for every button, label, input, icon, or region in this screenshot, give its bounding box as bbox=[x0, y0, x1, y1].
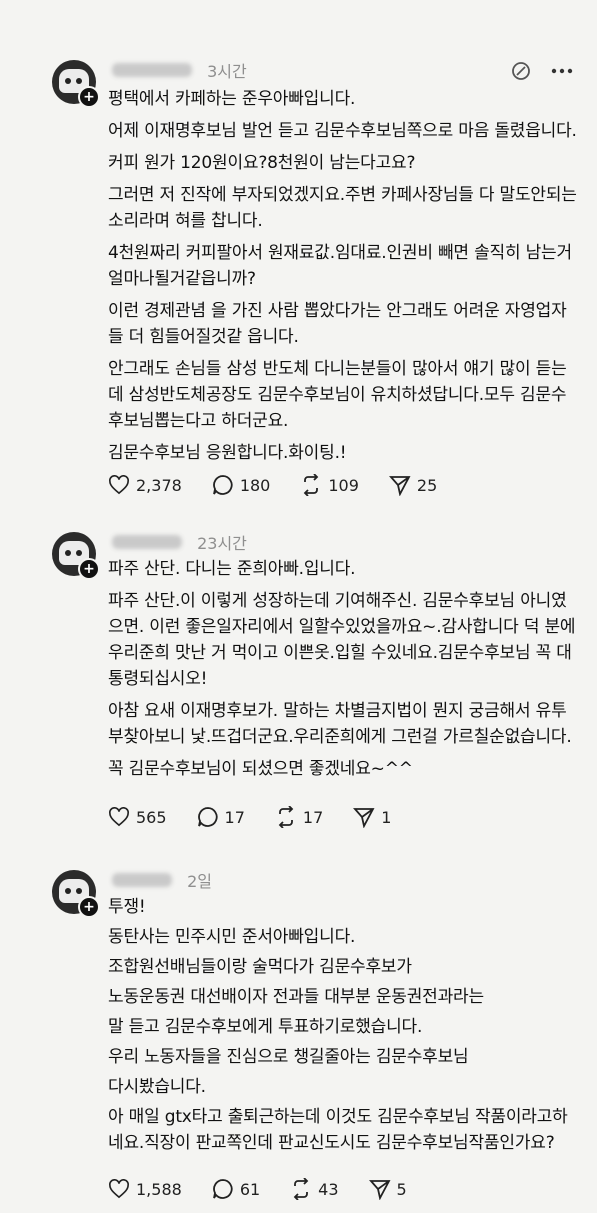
avatar-eye-left bbox=[65, 78, 71, 84]
post-actions: 565 17 17 1 bbox=[108, 806, 391, 828]
like-button[interactable]: 565 bbox=[108, 807, 167, 827]
comment-icon bbox=[197, 807, 218, 827]
post-paragraph: 투쟁! bbox=[108, 897, 146, 917]
send-icon bbox=[368, 1180, 391, 1200]
top-bar bbox=[0, 0, 597, 40]
comment-count: 17 bbox=[224, 807, 245, 827]
share-button[interactable]: 25 bbox=[388, 474, 438, 496]
username-redacted[interactable] bbox=[112, 63, 192, 77]
post-paragraph: 그러면 저 진작에 부자되었겠지요.주변 카페사장님들 다 말도안되는소리라며 … bbox=[108, 185, 577, 231]
post-actions: 1,588 61 43 5 bbox=[108, 1178, 407, 1200]
post-body: 투쟁! 동탄사는 민주시민 준서아빠입니다. 조합원선배님들이랑 술먹다가 김문… bbox=[108, 894, 578, 1160]
post-paragraph: 김문수후보님 응원합니다.화이팅.! bbox=[108, 443, 347, 463]
share-count: 5 bbox=[396, 1179, 407, 1199]
comment-button[interactable]: 61 bbox=[212, 1178, 260, 1200]
avatar-eye-right bbox=[76, 78, 82, 84]
repost-button[interactable]: 43 bbox=[290, 1178, 339, 1200]
post-paragraph: 4천원짜리 커피팔아서 원재료값.임대료.인권비 빼면 솔직히 남는거 얼마나될… bbox=[108, 243, 572, 289]
like-count: 2,378 bbox=[136, 475, 182, 495]
post-paragraph: 동탄사는 민주시민 준서아빠입니다. bbox=[108, 927, 356, 947]
post-actions: 2,378 180 109 25 bbox=[108, 474, 437, 496]
post-paragraph: 아 매일 gtx타고 출퇴근하는데 이것도 김문수후보님 작품이라고하네요.직장… bbox=[108, 1107, 568, 1153]
like-count: 1,588 bbox=[136, 1179, 182, 1199]
post-time: 2일 bbox=[187, 872, 212, 891]
thread-feed: + 3시간 평택에서 카페하는 준우아빠입니다. 어제 이재명후보님 발언 듣고… bbox=[0, 0, 597, 1213]
post-body: 평택에서 카페하는 준우아빠입니다. 어제 이재명후보님 발언 듣고 김문수후보… bbox=[108, 86, 578, 472]
repost-icon bbox=[278, 806, 294, 828]
like-button[interactable]: 2,378 bbox=[108, 475, 182, 495]
avatar[interactable]: + bbox=[52, 60, 100, 108]
share-count: 25 bbox=[416, 475, 438, 495]
post-paragraph: 우리 노동자들을 진심으로 챙길줄아는 김문수후보님 bbox=[108, 1047, 469, 1067]
post-paragraph: 노동운동권 대선배이자 전과들 대부분 운동권전과라는 bbox=[108, 987, 484, 1007]
username-redacted[interactable] bbox=[112, 873, 172, 887]
post-header: 3시간 bbox=[112, 58, 247, 81]
comment-count: 180 bbox=[239, 475, 271, 495]
avatar[interactable]: + bbox=[52, 532, 100, 580]
post-paragraph: 아참 요새 이재명후보가. 말하는 차별금지법이 뭔지 궁금해서 유투부찾아보니… bbox=[108, 701, 572, 747]
edit-icon[interactable] bbox=[511, 61, 531, 81]
follow-plus-icon[interactable]: + bbox=[78, 86, 100, 108]
post-paragraph: 평택에서 카페하는 준우아빠입니다. bbox=[108, 89, 356, 109]
repost-button[interactable]: 17 bbox=[275, 806, 323, 828]
follow-plus-icon[interactable]: + bbox=[78, 896, 100, 918]
share-button[interactable]: 5 bbox=[368, 1178, 407, 1200]
follow-plus-icon[interactable]: + bbox=[78, 558, 100, 580]
post-header-icons bbox=[511, 60, 573, 82]
repost-button[interactable]: 109 bbox=[300, 474, 359, 496]
share-count: 1 bbox=[381, 807, 392, 827]
post-header: 2일 bbox=[112, 868, 212, 891]
post-paragraph: 커피 원가 120원이요?8천원이 남는다고요? bbox=[108, 153, 416, 173]
comment-icon bbox=[212, 475, 233, 495]
comment-button[interactable]: 17 bbox=[197, 806, 245, 828]
avatar-eye-right bbox=[76, 888, 82, 894]
heart-icon bbox=[109, 1179, 129, 1199]
send-icon bbox=[353, 808, 375, 828]
send-icon bbox=[388, 476, 411, 496]
post-time: 23시간 bbox=[197, 534, 247, 553]
avatar-eye-left bbox=[65, 550, 71, 556]
post-paragraph: 파주 산단. 다니는 준희아빠.입니다. bbox=[108, 559, 356, 579]
repost-count: 17 bbox=[302, 807, 324, 827]
post-paragraph: 다시봤습니다. bbox=[108, 1077, 206, 1097]
username-redacted[interactable] bbox=[112, 535, 182, 549]
heart-icon bbox=[109, 475, 129, 495]
repost-count: 109 bbox=[328, 475, 359, 495]
post-paragraph: 어제 이재명후보님 발언 듣고 김문수후보님쪽으로 마음 돌렸읍니다. bbox=[108, 121, 577, 141]
share-button[interactable]: 1 bbox=[353, 806, 391, 828]
avatar-eye-left bbox=[65, 888, 71, 894]
avatar[interactable]: + bbox=[52, 870, 100, 918]
post-paragraph: 안그래도 손님들 삼성 반도체 다니는분들이 많아서 얘기 많이 듣는데 삼성반… bbox=[108, 359, 567, 431]
heart-icon bbox=[109, 807, 129, 827]
like-count: 565 bbox=[136, 807, 167, 827]
repost-icon bbox=[304, 474, 319, 496]
comment-button[interactable]: 180 bbox=[212, 474, 271, 496]
post-header: 23시간 bbox=[112, 530, 247, 553]
comment-count: 61 bbox=[239, 1179, 261, 1199]
post-paragraph: 조합원선배님들이랑 술먹다가 김문수후보가 bbox=[108, 957, 412, 977]
repost-icon bbox=[293, 1178, 309, 1200]
post-paragraph: 말 듣고 김문수후보에게 투표하기로했습니다. bbox=[108, 1017, 423, 1037]
repost-count: 43 bbox=[318, 1179, 339, 1199]
post-paragraph: 이런 경제관념 을 가진 사람 뽑았다가는 안그래도 어려운 자영업자들 더 힘… bbox=[108, 301, 567, 347]
post-paragraph: 파주 산단.이 이렇게 성장하는데 기여해주신. 김문수후보님 아니였으면. 이… bbox=[108, 591, 576, 689]
post-body: 파주 산단. 다니는 준희아빠.입니다. 파주 산단.이 이렇게 성장하는데 기… bbox=[108, 556, 578, 788]
post-time: 3시간 bbox=[207, 62, 247, 81]
comment-icon bbox=[212, 1179, 233, 1199]
post-paragraph: 꼭 김문수후보님이 되셨으면 좋겠네요~^^ bbox=[108, 759, 413, 779]
like-button[interactable]: 1,588 bbox=[108, 1179, 182, 1199]
avatar-eye-right bbox=[76, 550, 82, 556]
more-icon[interactable] bbox=[551, 68, 573, 74]
